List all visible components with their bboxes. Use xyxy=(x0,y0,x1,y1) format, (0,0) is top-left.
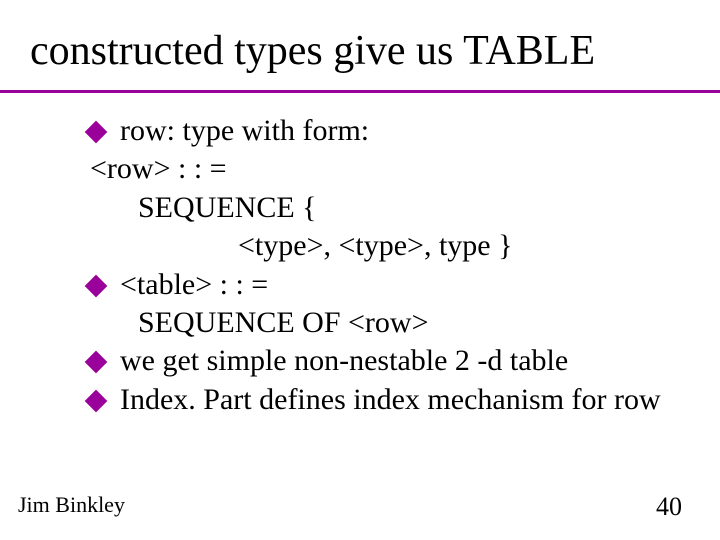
title-underline xyxy=(0,90,720,93)
grammar-line: SEQUENCE { xyxy=(90,189,700,227)
bullet-text: Index. Part defines index mechanism for … xyxy=(120,383,661,416)
bullet-indexpart: Index. Part defines index mechanism for … xyxy=(90,381,700,419)
grammar-line: <type>, <type>, type } xyxy=(90,227,700,265)
slide: constructed types give us TABLE row: typ… xyxy=(0,0,720,540)
diamond-icon xyxy=(85,389,108,412)
grammar-line: <row> : : = xyxy=(90,150,700,188)
slide-title: constructed types give us TABLE xyxy=(30,28,595,74)
bullet-table: <table> : : = xyxy=(90,266,700,304)
bullet-text: <table> : : = xyxy=(120,268,268,301)
diamond-icon xyxy=(85,274,108,297)
author-footer: Jim Binkley xyxy=(18,492,125,518)
slide-body: row: type with form: <row> : : = SEQUENC… xyxy=(90,112,700,419)
bullet-text: row: type with form: xyxy=(120,114,369,147)
bullet-text: we get simple non-nestable 2 -d table xyxy=(120,344,568,377)
bullet-simple-table: we get simple non-nestable 2 -d table xyxy=(90,342,700,380)
diamond-icon xyxy=(85,351,108,374)
bullet-row: row: type with form: xyxy=(90,112,700,150)
grammar-line: SEQUENCE OF <row> xyxy=(90,304,700,342)
page-number: 40 xyxy=(656,492,682,522)
diamond-icon xyxy=(85,121,108,144)
